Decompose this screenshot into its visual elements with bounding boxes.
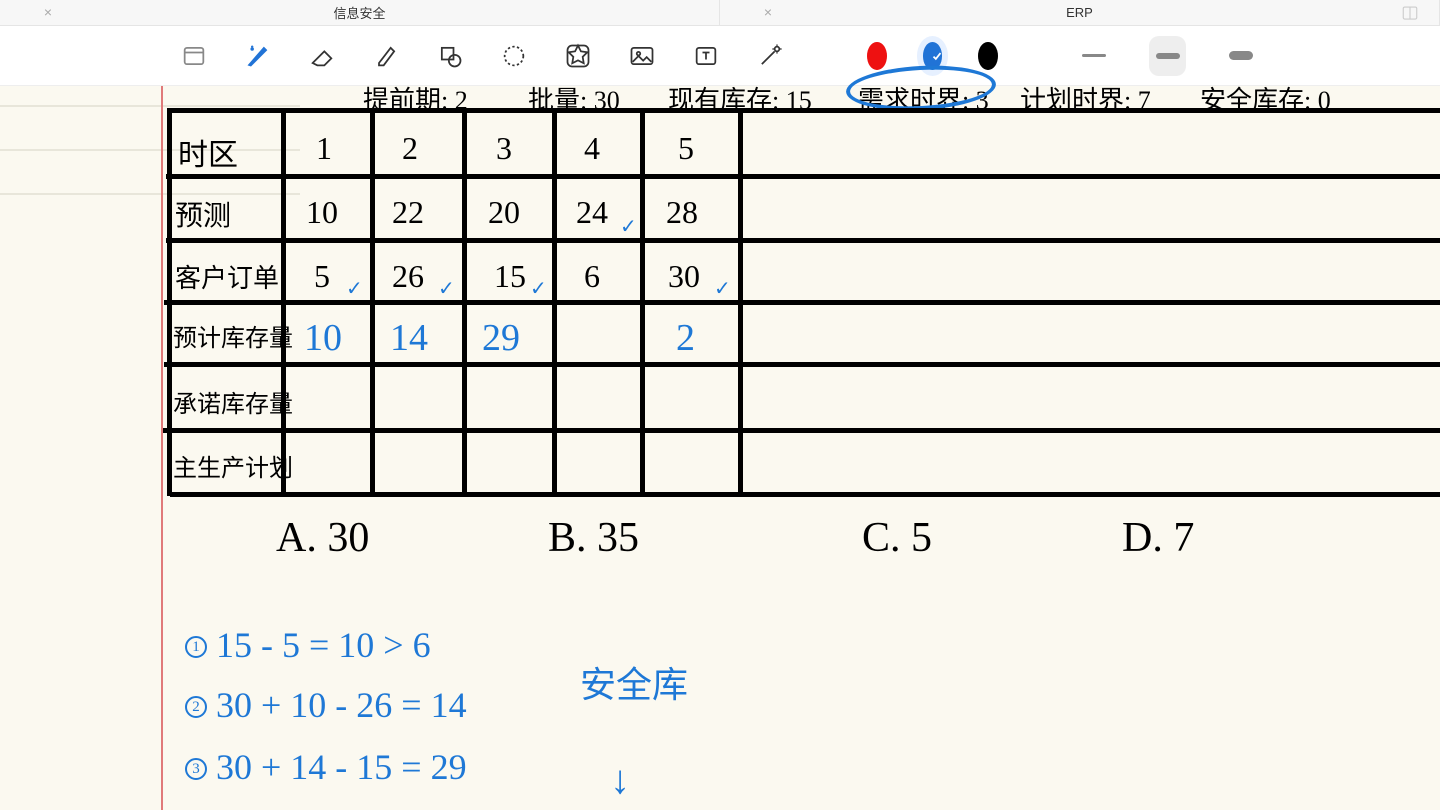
checkmark: ✓	[620, 214, 637, 239]
row-label-period: 时区	[178, 130, 238, 174]
text-tool-icon[interactable]	[692, 39, 720, 73]
cell: 24	[576, 194, 608, 231]
margin-line	[161, 86, 163, 810]
eraser-tool-icon[interactable]	[308, 39, 336, 73]
cell: 22	[392, 194, 424, 231]
checkmark: ✓	[346, 276, 363, 301]
cell: 29	[482, 316, 520, 360]
arrow-down-icon: ↓	[610, 756, 630, 803]
option-d: D. 7	[1122, 514, 1194, 562]
step-num-1: 1	[185, 636, 207, 658]
step-num-3: 3	[185, 758, 207, 780]
color-black[interactable]	[978, 42, 998, 70]
work-line2: 30 + 10 - 26 = 14	[216, 684, 467, 726]
row-label-forecast: 预测	[175, 194, 231, 234]
pen-tool-icon[interactable]	[244, 39, 272, 73]
readonly-mode-icon[interactable]	[180, 39, 208, 73]
tab-label: 信息安全	[333, 3, 385, 22]
cell: 15	[494, 258, 526, 295]
cell: 30	[668, 258, 700, 295]
cell: 20	[488, 194, 520, 231]
row-label-pab: 预计库存量	[173, 318, 293, 353]
tab-info-security[interactable]: × 信息安全	[0, 0, 720, 25]
note-canvas[interactable]: 提前期: 2 批量: 30 现有库存: 15 需求时界: 3 计划时界: 7 安…	[0, 86, 1440, 810]
magic-tool-icon[interactable]	[756, 39, 784, 73]
split-view-icon[interactable]	[1401, 4, 1419, 22]
lasso-tool-icon[interactable]	[500, 39, 528, 73]
highlighter-tool-icon[interactable]	[372, 39, 400, 73]
cell: 5	[678, 130, 694, 167]
close-icon[interactable]: ×	[760, 4, 776, 20]
checkmark: ✓	[530, 276, 547, 301]
line-medium[interactable]	[1149, 36, 1187, 76]
color-red[interactable]	[867, 42, 887, 70]
tab-label: ERP	[1066, 5, 1093, 20]
checkmark: ✓	[714, 276, 731, 301]
cell: 5	[314, 258, 330, 295]
shape-tool-icon[interactable]	[436, 39, 464, 73]
cell: 1	[316, 130, 332, 167]
work-note: 安全库	[580, 656, 688, 708]
cell: 28	[666, 194, 698, 231]
tab-bar: × 信息安全 × ERP	[0, 0, 1440, 26]
cell: 10	[306, 194, 338, 231]
cell: 2	[402, 130, 418, 167]
row-label-atp: 承诺库存量	[173, 384, 293, 419]
checkmark: ✓	[438, 276, 455, 301]
sticker-tool-icon[interactable]	[564, 39, 592, 73]
row-label-mps: 主生产计划	[173, 448, 293, 483]
step-num-2: 2	[185, 696, 207, 718]
tab-erp[interactable]: × ERP	[720, 0, 1440, 25]
cell: 14	[390, 316, 428, 360]
option-b: B. 35	[548, 514, 639, 562]
work-line3: 30 + 14 - 15 = 29	[216, 746, 467, 788]
option-c: C. 5	[862, 514, 932, 562]
cell: 3	[496, 130, 512, 167]
toolbar	[0, 26, 1440, 86]
work-line1: 15 - 5 = 10 > 6	[216, 624, 431, 666]
row-label-orders: 客户订单	[175, 258, 279, 295]
cell: 2	[676, 316, 695, 360]
cell: 4	[584, 130, 600, 167]
option-a: A. 30	[276, 514, 369, 562]
line-thick[interactable]	[1222, 36, 1260, 76]
line-thin[interactable]	[1075, 36, 1113, 76]
cell: 10	[304, 316, 342, 360]
cell: 26	[392, 258, 424, 295]
close-icon[interactable]: ×	[40, 4, 56, 20]
image-tool-icon[interactable]	[628, 39, 656, 73]
cell: 6	[584, 258, 600, 295]
